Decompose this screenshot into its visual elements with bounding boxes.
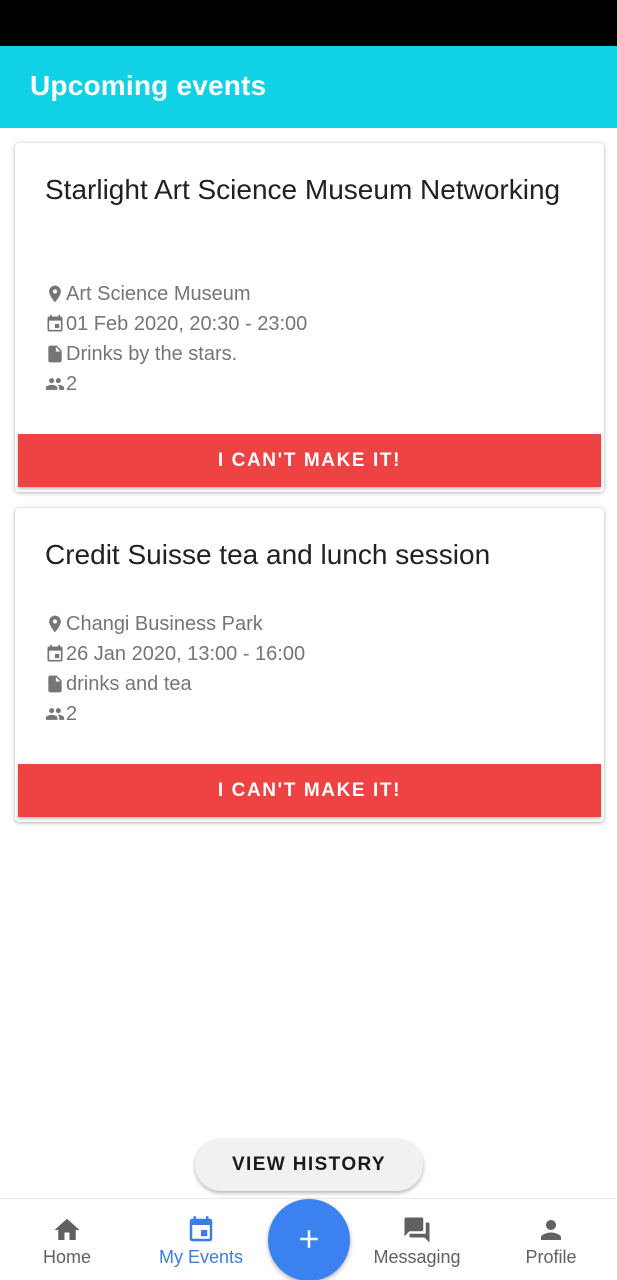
cant-make-it-button[interactable]: I CAN'T MAKE IT! (18, 434, 601, 487)
event-description-text: Drinks by the stars. (66, 342, 238, 365)
nav-item-profile[interactable]: Profile (511, 1199, 591, 1280)
location-pin-icon (45, 613, 65, 635)
home-icon (52, 1215, 82, 1245)
nav-item-my-events[interactable]: My Events (151, 1199, 251, 1280)
plus-icon (294, 1224, 324, 1257)
event-location-text: Changi Business Park (66, 612, 263, 635)
nav-item-home[interactable]: Home (27, 1199, 107, 1280)
location-pin-icon (45, 283, 65, 305)
calendar-icon (45, 313, 65, 335)
event-card[interactable]: Credit Suisse tea and lunch session Chan… (15, 508, 604, 822)
event-attendees-count: 2 (66, 702, 78, 725)
people-icon (45, 373, 65, 395)
person-icon (536, 1215, 566, 1245)
event-datetime-text: 01 Feb 2020, 20:30 - 23:00 (66, 312, 308, 335)
event-datetime: 01 Feb 2020, 20:30 - 23:00 (45, 311, 307, 337)
event-datetime-text: 26 Jan 2020, 13:00 - 16:00 (66, 642, 306, 665)
calendar-icon (45, 643, 65, 665)
nav-item-messaging[interactable]: Messaging (366, 1199, 468, 1280)
event-description: drinks and tea (45, 671, 192, 697)
event-title: Starlight Art Science Museum Networking (45, 174, 561, 205)
nav-label-my-events: My Events (158, 1247, 244, 1267)
app-bar: Upcoming events (0, 46, 617, 128)
event-card[interactable]: Starlight Art Science Museum Networking … (15, 143, 604, 492)
view-history-button[interactable]: VIEW HISTORY (195, 1139, 423, 1191)
event-description: Drinks by the stars. (45, 341, 237, 367)
event-location: Art Science Museum (45, 281, 251, 307)
document-icon (45, 673, 65, 695)
nav-label-profile: Profile (525, 1247, 577, 1267)
event-attendees-count: 2 (66, 372, 78, 395)
event-location-text: Art Science Museum (66, 282, 251, 305)
calendar-icon (186, 1215, 216, 1245)
people-icon (45, 703, 65, 725)
document-icon (45, 343, 65, 365)
nav-label-messaging: Messaging (373, 1247, 461, 1267)
event-description-text: drinks and tea (66, 672, 192, 695)
event-attendees: 2 (45, 371, 77, 397)
cant-make-it-button[interactable]: I CAN'T MAKE IT! (18, 764, 601, 817)
nav-label-home: Home (42, 1247, 91, 1267)
chat-icon (402, 1215, 432, 1245)
event-title: Credit Suisse tea and lunch session (45, 539, 491, 570)
page-title: Upcoming events (30, 70, 267, 101)
event-location: Changi Business Park (45, 611, 263, 637)
status-bar (0, 0, 617, 46)
event-attendees: 2 (45, 701, 77, 727)
add-event-button[interactable] (268, 1199, 350, 1280)
event-datetime: 26 Jan 2020, 13:00 - 16:00 (45, 641, 305, 667)
